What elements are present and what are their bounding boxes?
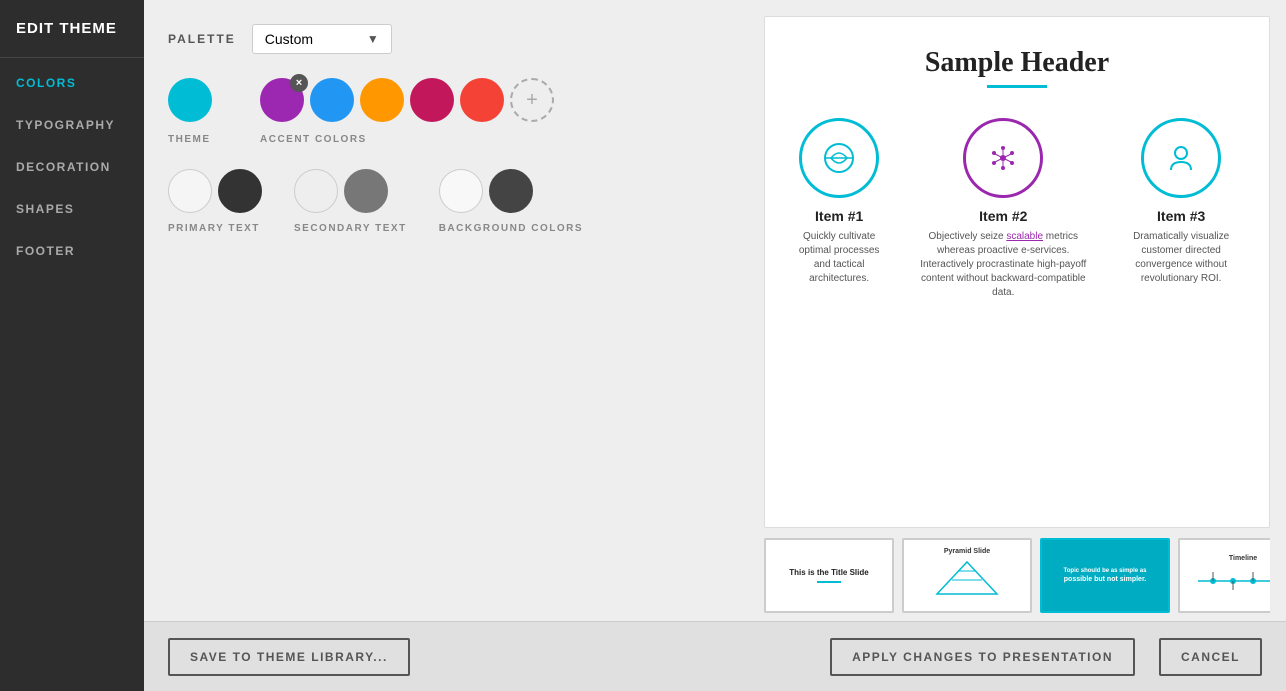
sidebar-title: EDIT THEME (0, 0, 144, 58)
item-3-text: Dramatically visualize customer directed… (1123, 230, 1239, 286)
item-2-link: scalable (1006, 231, 1043, 242)
sidebar-item-footer[interactable]: FOOTER (0, 230, 144, 272)
text-colors-section: PRIMARY TEXT SECONDARY TEXT (168, 169, 740, 234)
apply-changes-button[interactable]: APPLY CHANGES TO PRESENTATION (830, 638, 1135, 676)
slide-header: Sample Header (925, 47, 1109, 79)
item-2-text: Objectively seize scalable metrics where… (913, 230, 1093, 300)
background-color-group: BACKGROUND COLORS (439, 169, 583, 234)
palette-selected-value: Custom (265, 31, 313, 47)
background-color-label: BACKGROUND COLORS (439, 223, 583, 234)
preview-item-1: Item #1 Quickly cultivate optimal proces… (795, 118, 883, 300)
preview-item-2: Item #2 Objectively seize scalable metri… (913, 118, 1093, 300)
theme-color-label: THEME (168, 134, 211, 145)
cancel-button[interactable]: CANCEL (1159, 638, 1262, 676)
accent-color-pink[interactable] (410, 78, 454, 122)
primary-text-color-dark[interactable] (218, 169, 262, 213)
theme-color-group: THEME (168, 78, 212, 145)
item-3-title: Item #3 (1157, 208, 1205, 224)
item-3-icon (1141, 118, 1221, 198)
chevron-down-icon: ▼ (367, 32, 379, 46)
header-underline (987, 85, 1047, 88)
thumb-2-pyramid (927, 558, 1007, 603)
sidebar-item-colors[interactable]: COLORS (0, 62, 144, 104)
item-1-icon (799, 118, 879, 198)
bg-color-dark[interactable] (489, 169, 533, 213)
add-accent-color-button[interactable]: + (510, 78, 554, 122)
sidebar-item-typography[interactable]: TYPOGRAPHY (0, 104, 144, 146)
footer-right-buttons: APPLY CHANGES TO PRESENTATION CANCEL (830, 638, 1262, 676)
slide-thumbnails: This is the Title Slide Pyramid Slide (764, 528, 1270, 621)
secondary-text-label: SECONDARY TEXT (294, 223, 407, 234)
thumb-1-underline (817, 581, 841, 583)
footer-bar: SAVE TO THEME LIBRARY... APPLY CHANGES T… (144, 621, 1286, 691)
primary-text-label: PRIMARY TEXT (168, 223, 262, 234)
content-area: PALETTE Custom ▼ THEME (144, 0, 1286, 691)
accent-color-group: × + ACCENT COLORS (260, 78, 554, 145)
theme-color-teal[interactable] (168, 78, 212, 122)
secondary-text-color-light[interactable] (294, 169, 338, 213)
item-2-icon (963, 118, 1043, 198)
item-1-title: Item #1 (815, 208, 863, 224)
sidebar-item-shapes[interactable]: SHAPES (0, 188, 144, 230)
slide-thumb-1[interactable]: This is the Title Slide (764, 538, 894, 613)
accent-color-purple[interactable]: × (260, 78, 304, 122)
slide-thumb-2[interactable]: Pyramid Slide (902, 538, 1032, 613)
thumb-1-title: This is the Title Slide (789, 568, 868, 577)
accent-color-label: ACCENT COLORS (260, 134, 367, 145)
editor-and-preview: PALETTE Custom ▼ THEME (144, 0, 1286, 621)
palette-label: PALETTE (168, 32, 236, 46)
accent-color-orange[interactable] (360, 78, 404, 122)
thumb-3-text: possible but not simpler. (1064, 576, 1146, 583)
sidebar-nav: COLORS TYPOGRAPHY DECORATION SHAPES FOOT… (0, 58, 144, 272)
item-1-text: Quickly cultivate optimal processes and … (795, 230, 883, 286)
theme-color-circles (168, 78, 212, 122)
primary-text-color-light[interactable] (168, 169, 212, 213)
save-to-library-button[interactable]: SAVE TO THEME LIBRARY... (168, 638, 410, 676)
accent-color-red[interactable] (460, 78, 504, 122)
thumb-4-timeline (1193, 566, 1270, 596)
sidebar: EDIT THEME COLORS TYPOGRAPHY DECORATION … (0, 0, 144, 691)
secondary-text-group: SECONDARY TEXT (294, 169, 407, 234)
bg-color-light[interactable] (439, 169, 483, 213)
thumb-3-eyebrow: Topic should be as simple as (1064, 568, 1147, 574)
left-panel: PALETTE Custom ▼ THEME (144, 0, 764, 621)
preview-item-3: Item #3 Dramatically visualize customer … (1123, 118, 1239, 300)
item-2-title: Item #2 (979, 208, 1027, 224)
thumb-4-title: Timeline (1229, 555, 1257, 562)
primary-text-group: PRIMARY TEXT (168, 169, 262, 234)
slide-content: Sample Header (765, 17, 1269, 527)
thumb-2-title: Pyramid Slide (944, 548, 990, 555)
right-panel: Sample Header (764, 0, 1286, 621)
slide-preview-main: Sample Header (764, 16, 1270, 528)
slide-thumb-4[interactable]: Timeline (1178, 538, 1270, 613)
items-row: Item #1 Quickly cultivate optimal proces… (795, 118, 1239, 300)
palette-row: PALETTE Custom ▼ (168, 24, 740, 54)
slide-thumb-3[interactable]: Topic should be as simple as possible bu… (1040, 538, 1170, 613)
sidebar-item-decoration[interactable]: DECORATION (0, 146, 144, 188)
secondary-text-color-medium[interactable] (344, 169, 388, 213)
remove-color-badge[interactable]: × (290, 74, 308, 92)
accent-color-circles: × + (260, 78, 554, 122)
palette-dropdown[interactable]: Custom ▼ (252, 24, 392, 54)
secondary-text-pair (294, 169, 407, 213)
accent-color-blue[interactable] (310, 78, 354, 122)
background-color-pair (439, 169, 583, 213)
primary-text-pair (168, 169, 262, 213)
